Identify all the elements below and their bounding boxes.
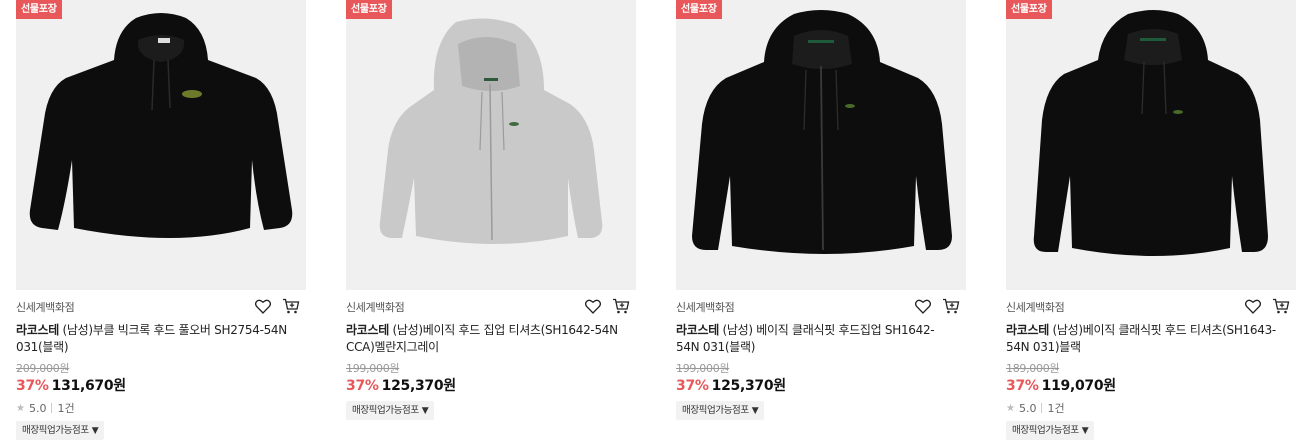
original-price: 189,000원 — [1006, 362, 1060, 375]
wishlist-heart-icon[interactable] — [253, 296, 273, 316]
sale-price: 131,670원 — [51, 378, 127, 394]
rating-score: 5.0 — [28, 401, 47, 415]
brand-name: 라코스테 — [676, 323, 719, 337]
product-title[interactable]: 라코스테 (남성)베이직 클래식핏 후드 티셔츠(SH1643-54N 031)… — [1006, 322, 1281, 356]
product-card[interactable]: 선물포장 신세계백화점 라코스테 (남성) 베이직 클래식핏 후드집업 SH16… — [676, 0, 966, 446]
add-to-cart-icon[interactable] — [1271, 296, 1291, 316]
pickup-label: 매장픽업가능점포 — [352, 405, 419, 416]
sale-price: 119,070원 — [1041, 378, 1117, 394]
product-title[interactable]: 라코스테 (남성) 베이직 클래식핏 후드집업 SH1642-54N 031(블… — [676, 322, 951, 356]
add-to-cart-icon[interactable] — [941, 296, 961, 316]
product-title[interactable]: 라코스테 (남성)부클 빅크록 후드 풀오버 SH2754-54N 031(블랙… — [16, 322, 291, 356]
discount-rate: 37% — [16, 378, 49, 394]
product-meta: 신세계백화점 — [1006, 296, 1296, 316]
product-meta: 신세계백화점 — [676, 296, 966, 316]
star-icon: ★ — [1006, 402, 1015, 414]
black-hoodie-tee-icon — [1033, 10, 1268, 256]
add-to-cart-icon[interactable] — [281, 296, 301, 316]
product-card[interactable]: 선물포장 신세계백화점 라코스테 (남성)베이직 클래식핏 후드 티셔츠(SH1… — [1006, 0, 1296, 446]
product-card[interactable]: 선물포장 신세계백화점 라코스테 (남성)부클 빅크록 후드 풀오버 SH275… — [16, 0, 306, 446]
product-image[interactable]: 선물포장 — [676, 0, 966, 290]
rating: ★ 5.0 1건 — [1006, 400, 1065, 416]
product-grid: 선물포장 신세계백화점 라코스테 (남성)부클 빅크록 후드 풀오버 SH275… — [0, 0, 1303, 446]
product-title[interactable]: 라코스테 (남성)베이직 후드 집업 티셔츠(SH1642-54N CCA)멜란… — [346, 322, 621, 356]
store-name: 신세계백화점 — [676, 301, 735, 314]
star-icon: ★ — [16, 402, 25, 414]
caret-down-icon: ▼ — [91, 426, 99, 436]
product-card[interactable]: 선물포장 신세계백화점 라코스테 (남성)베이직 후드 집업 티셔츠(SH164… — [346, 0, 636, 446]
price-row: 37% 125,370원 — [676, 375, 786, 395]
discount-rate: 37% — [676, 378, 709, 394]
store-pickup-dropdown[interactable]: 매장픽업가능점포 ▼ — [16, 421, 105, 440]
price-row: 37% 119,070원 — [1006, 375, 1116, 395]
divider — [1041, 403, 1043, 413]
pickup-label: 매장픽업가능점포 — [682, 405, 749, 416]
brand-name: 라코스테 — [1006, 323, 1049, 337]
brand-name: 라코스테 — [346, 323, 389, 337]
original-price: 199,000원 — [676, 362, 730, 375]
rating-score: 5.0 — [1018, 401, 1037, 415]
product-meta: 신세계백화점 — [346, 296, 636, 316]
store-name: 신세계백화점 — [1006, 301, 1065, 314]
gift-wrap-badge: 선물포장 — [1006, 0, 1052, 19]
gift-wrap-badge: 선물포장 — [16, 0, 62, 19]
brand-name: 라코스테 — [16, 323, 59, 337]
grey-zip-hoodie-icon — [379, 18, 603, 245]
divider — [51, 403, 53, 413]
price-row: 37% 131,670원 — [16, 375, 126, 395]
product-meta: 신세계백화점 — [16, 296, 306, 316]
store-name: 신세계백화점 — [16, 301, 75, 314]
store-pickup-dropdown[interactable]: 매장픽업가능점포 ▼ — [676, 401, 765, 420]
wishlist-heart-icon[interactable] — [1243, 296, 1263, 316]
caret-down-icon: ▼ — [421, 406, 429, 416]
caret-down-icon: ▼ — [751, 406, 759, 416]
gift-wrap-badge: 선물포장 — [346, 0, 392, 19]
original-price: 199,000원 — [346, 362, 400, 375]
store-pickup-dropdown[interactable]: 매장픽업가능점포 ▼ — [346, 401, 435, 420]
gift-wrap-badge: 선물포장 — [676, 0, 722, 19]
pickup-label: 매장픽업가능점포 — [1012, 425, 1079, 436]
sale-price: 125,370원 — [711, 378, 787, 394]
original-price: 209,000원 — [16, 362, 70, 375]
product-image[interactable]: 선물포장 — [346, 0, 636, 290]
product-image[interactable]: 선물포장 — [1006, 0, 1296, 290]
discount-rate: 37% — [346, 378, 379, 394]
wishlist-heart-icon[interactable] — [583, 296, 603, 316]
review-count: 1건 — [57, 402, 75, 415]
discount-rate: 37% — [1006, 378, 1039, 394]
store-pickup-dropdown[interactable]: 매장픽업가능점포 ▼ — [1006, 421, 1095, 440]
price-row: 37% 125,370원 — [346, 375, 456, 395]
black-hoodie-pullover-icon — [29, 13, 293, 238]
caret-down-icon: ▼ — [1081, 426, 1089, 436]
sale-price: 125,370원 — [381, 378, 457, 394]
product-image[interactable]: 선물포장 — [16, 0, 306, 290]
review-count: 1건 — [1047, 402, 1065, 415]
black-zip-hoodie-icon — [692, 10, 952, 254]
add-to-cart-icon[interactable] — [611, 296, 631, 316]
wishlist-heart-icon[interactable] — [913, 296, 933, 316]
rating: ★ 5.0 1건 — [16, 400, 75, 416]
pickup-label: 매장픽업가능점포 — [22, 425, 89, 436]
store-name: 신세계백화점 — [346, 301, 405, 314]
